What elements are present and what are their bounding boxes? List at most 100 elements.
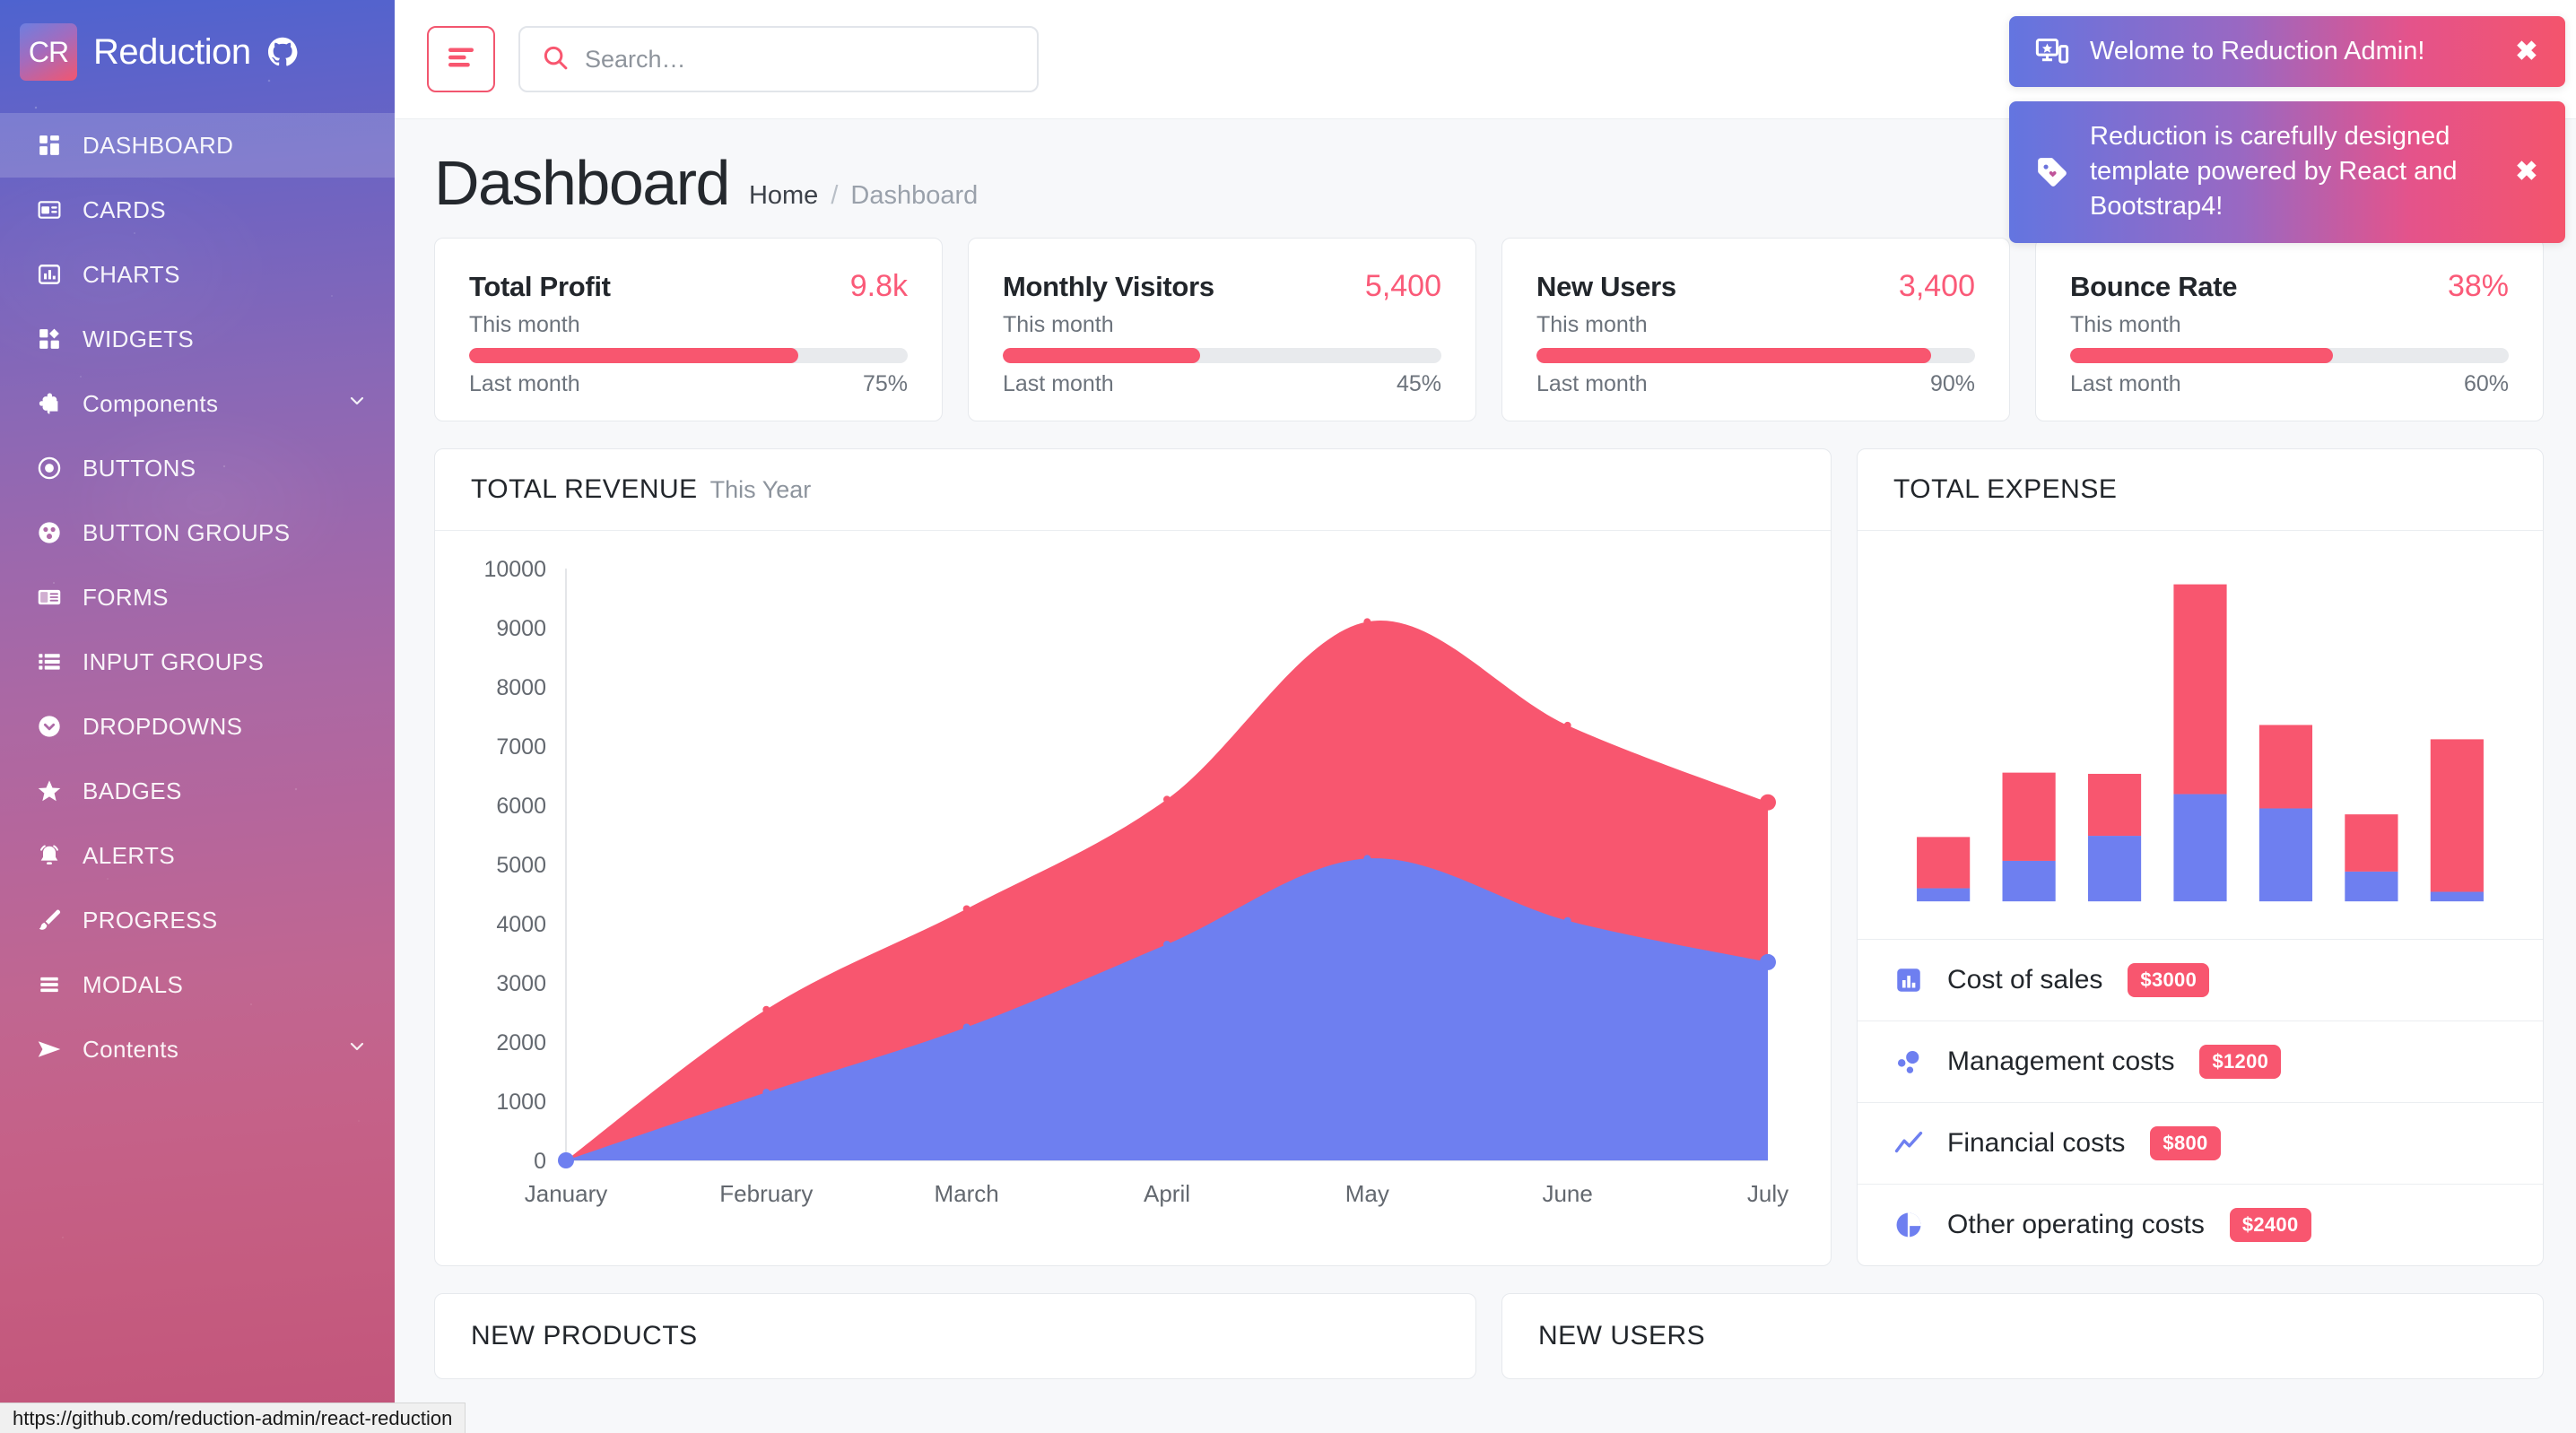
sidebar-item-label: CHARTS [83,260,180,288]
expense-chart-body [1858,531,2543,940]
brand[interactable]: CR Reduction [0,0,395,104]
breadcrumb-home[interactable]: Home [749,181,818,211]
sidebar-item-label: Components [83,389,219,417]
svg-text:May: May [1345,1180,1389,1207]
revenue-area-chart[interactable]: 0 1000 2000 3000 4000 5000 6000 7000 8000 9000 100… [458,551,1804,1241]
sidebar-item-label: DASHBOARD [83,131,234,159]
sidebar-item-modals[interactable]: MODALS [0,952,395,1017]
stat-compare-label: Last month [1536,371,1648,396]
bottom-cards-row: NEW PRODUCTS NEW USERS [434,1293,2544,1379]
sidebar-item-label: MODALS [83,970,184,998]
app-root: CR Reduction DASHBOARD CARDS CHARTS WIDG… [0,0,2576,1433]
page-title: Dashboard [434,148,730,218]
expense-label: Other operating costs [1947,1210,2205,1239]
sidebar-item-contents[interactable]: Contents [0,1017,395,1081]
button-group-icon [34,520,65,545]
sidebar-item-forms[interactable]: FORMS [0,565,395,630]
card-header: TOTAL REVENUE This Year [435,449,1831,531]
dashboard-content: Total Profit 9.8k This month Last month … [395,214,2576,1379]
progress-fill [1003,348,1201,363]
device-star-icon [2032,35,2072,69]
sidebar-item-label: CARDS [83,195,167,223]
sidebar: CR Reduction DASHBOARD CARDS CHARTS WIDG… [0,0,395,1433]
sidebar-item-label: BUTTONS [83,454,196,482]
stat-subtitle: This month [2070,312,2181,337]
svg-text:April: April [1144,1180,1190,1207]
card-layout-icon [34,198,65,221]
expense-label: Financial costs [1947,1128,2126,1158]
expense-item-management-costs[interactable]: Management costs $1200 [1858,1021,2543,1103]
sidebar-item-charts[interactable]: CHARTS [0,242,395,307]
sidebar-item-label: Contents [83,1035,179,1063]
star-icon [34,778,65,803]
sidebar-item-label: ALERTS [83,841,176,869]
stat-title: Monthly Visitors [1003,271,1214,302]
stat-subtitle: This month [1536,312,1648,337]
stat-card-monthly-visitors: Monthly Visitors 5,400 This month Last m… [968,238,1476,421]
search-icon [542,44,569,75]
brand-logo: CR [20,23,77,81]
progress-fill [1536,348,1932,363]
card-header: NEW USERS [1502,1294,2543,1378]
status-bar-url: https://github.com/reduction-admin/react… [0,1403,466,1433]
sidebar-item-components[interactable]: Components [0,371,395,436]
toast-container: Welome to Reduction Admin! ✖ Reduction i… [2009,16,2565,243]
expense-legend-list: Cost of sales $3000 Management costs $12… [1858,940,2543,1265]
sidebar-item-label: WIDGETS [83,325,195,352]
sidebar-item-alerts[interactable]: ALERTS [0,823,395,888]
sidebar-item-dashboard[interactable]: DASHBOARD [0,113,395,178]
card-title: TOTAL REVENUE [471,474,698,504]
svg-text:7000: 7000 [496,734,546,760]
new-users-card: NEW USERS [1501,1293,2544,1379]
sidebar-item-dropdowns[interactable]: DROPDOWNS [0,694,395,759]
stat-value: 9.8k [849,269,908,303]
sidebar-item-cards[interactable]: CARDS [0,178,395,242]
card-header: NEW PRODUCTS [435,1294,1475,1378]
pie-chart-icon [1890,1210,1928,1240]
github-icon[interactable] [267,37,298,67]
expense-bar-chart[interactable] [1888,558,2512,912]
main-area: Search… Dashboard Home / Dashboard Total… [395,0,2576,1433]
svg-text:June: June [1542,1180,1592,1207]
stat-subtitle: This month [469,312,580,337]
close-icon[interactable]: ✖ [2511,36,2542,67]
sidebar-item-badges[interactable]: BADGES [0,759,395,823]
search-placeholder: Search… [585,45,686,73]
form-icon [34,585,65,610]
sidebar-item-buttons[interactable]: BUTTONS [0,436,395,500]
svg-text:10000: 10000 [483,557,546,582]
svg-text:8000: 8000 [496,675,546,700]
chevron-circle-icon [34,714,65,739]
svg-text:3000: 3000 [496,971,546,996]
sidebar-item-widgets[interactable]: WIDGETS [0,307,395,371]
sidebar-item-label: FORMS [83,583,169,611]
search-input[interactable]: Search… [518,26,1039,92]
breadcrumb: Home / Dashboard [749,181,978,214]
chevron-down-icon[interactable] [346,390,368,418]
svg-text:5000: 5000 [496,853,546,878]
expense-amount-badge: $3000 [2128,963,2210,997]
expense-item-financial-costs[interactable]: Financial costs $800 [1858,1103,2543,1185]
sidebar-item-progress[interactable]: PROGRESS [0,888,395,952]
revenue-chart-body: 0 1000 2000 3000 4000 5000 6000 7000 8000 9000 100… [435,531,1831,1255]
svg-text:4000: 4000 [496,912,546,937]
bar-chart-icon [34,263,65,286]
charts-row: TOTAL REVENUE This Year 0 1000 2000 3000 400… [434,448,2544,1266]
progress-fill [469,348,798,363]
sidebar-item-button-groups[interactable]: BUTTON GROUPS [0,500,395,565]
sidebar-item-input-groups[interactable]: INPUT GROUPS [0,630,395,694]
toast-description: Reduction is carefully designed template… [2009,101,2565,243]
expense-item-other-operating-costs[interactable]: Other operating costs $2400 [1858,1185,2543,1265]
chevron-down-icon[interactable] [346,1036,368,1064]
expense-amount-badge: $800 [2150,1126,2221,1160]
tag-heart-icon [2032,155,2072,189]
total-expense-card: TOTAL EXPENSE Cost of sales $3000 Manage… [1857,448,2544,1266]
expense-item-cost-of-sales[interactable]: Cost of sales $3000 [1858,940,2543,1021]
stat-value: 38% [2447,269,2509,303]
stat-percent: 75% [862,371,908,396]
sidebar-nav: DASHBOARD CARDS CHARTS WIDGETS Component… [0,104,395,1081]
menu-toggle-button[interactable] [427,26,495,92]
stat-cards-row: Total Profit 9.8k This month Last month … [434,238,2544,421]
stat-title: Bounce Rate [2070,271,2238,302]
close-icon[interactable]: ✖ [2511,156,2542,187]
